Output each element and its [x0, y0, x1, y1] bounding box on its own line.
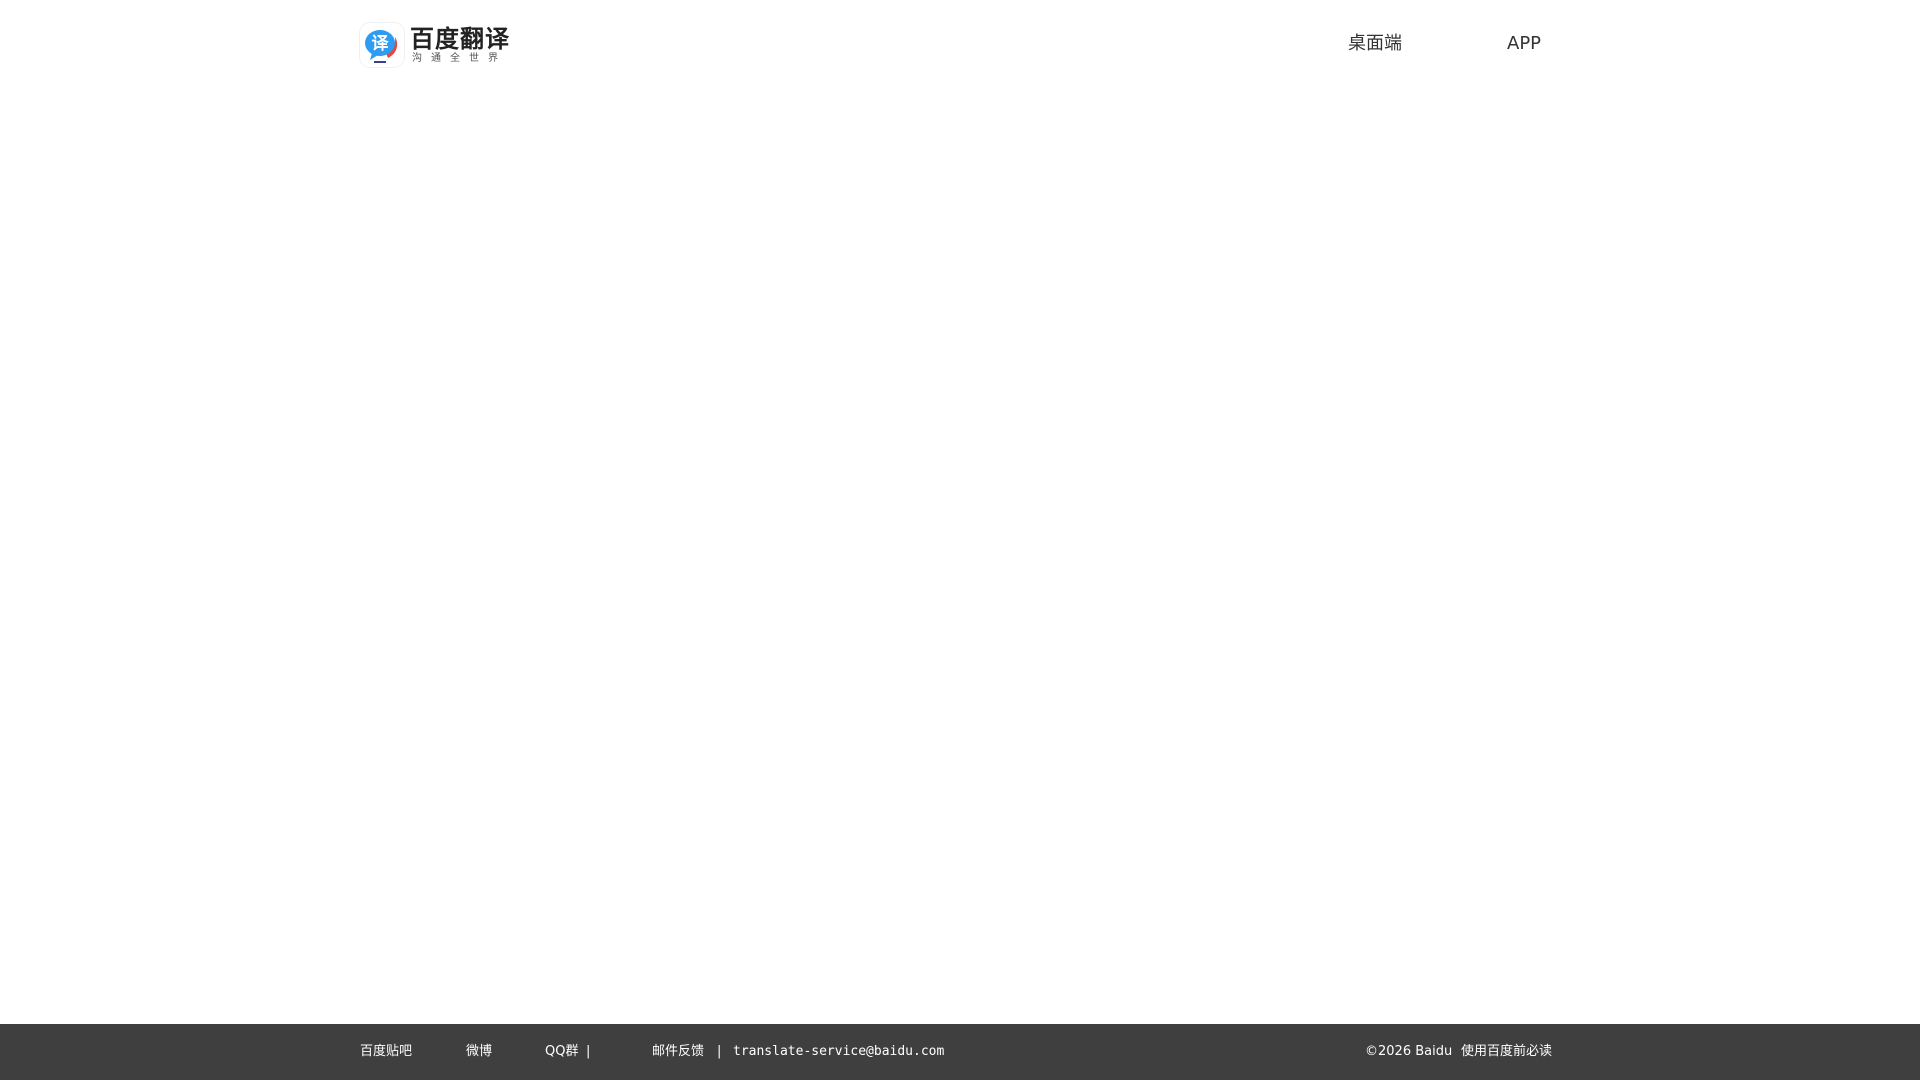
page: 译 百度翻译 沟通全世界 桌面端 APP 百度贴吧 微博 QQ群 | 邮件反馈 …: [0, 0, 1920, 1080]
footer-email-link[interactable]: translate-service@baidu.com: [733, 1024, 944, 1080]
translate-bubble-icon: 译: [360, 23, 404, 67]
nav-app-link[interactable]: APP: [1507, 30, 1541, 58]
footer-weibo-link[interactable]: 微博: [466, 1024, 492, 1080]
logo-glyph: 译: [372, 34, 390, 54]
logo-title: 百度翻译: [410, 24, 510, 53]
footer-terms-link[interactable]: 使用百度前必读: [1461, 1024, 1552, 1080]
footer-separator: |: [586, 1044, 591, 1059]
footer-tieba-link[interactable]: 百度贴吧: [360, 1024, 412, 1080]
footer: 百度贴吧 微博 QQ群 | 邮件反馈 | translate-service@b…: [0, 1024, 1920, 1080]
footer-qq-group-link[interactable]: QQ群: [545, 1024, 578, 1080]
nav-desktop-link[interactable]: 桌面端: [1348, 30, 1402, 58]
footer-separator: |: [717, 1044, 722, 1059]
header: 译 百度翻译 沟通全世界 桌面端 APP: [0, 0, 1920, 88]
logo-link[interactable]: 译 百度翻译 沟通全世界: [360, 22, 510, 68]
logo-subtitle: 沟通全世界: [412, 52, 507, 64]
logo-text: 百度翻译 沟通全世界: [410, 26, 510, 65]
footer-copyright: ©2026 Baidu: [1365, 1044, 1453, 1059]
footer-mail-label: 邮件反馈: [652, 1044, 705, 1059]
